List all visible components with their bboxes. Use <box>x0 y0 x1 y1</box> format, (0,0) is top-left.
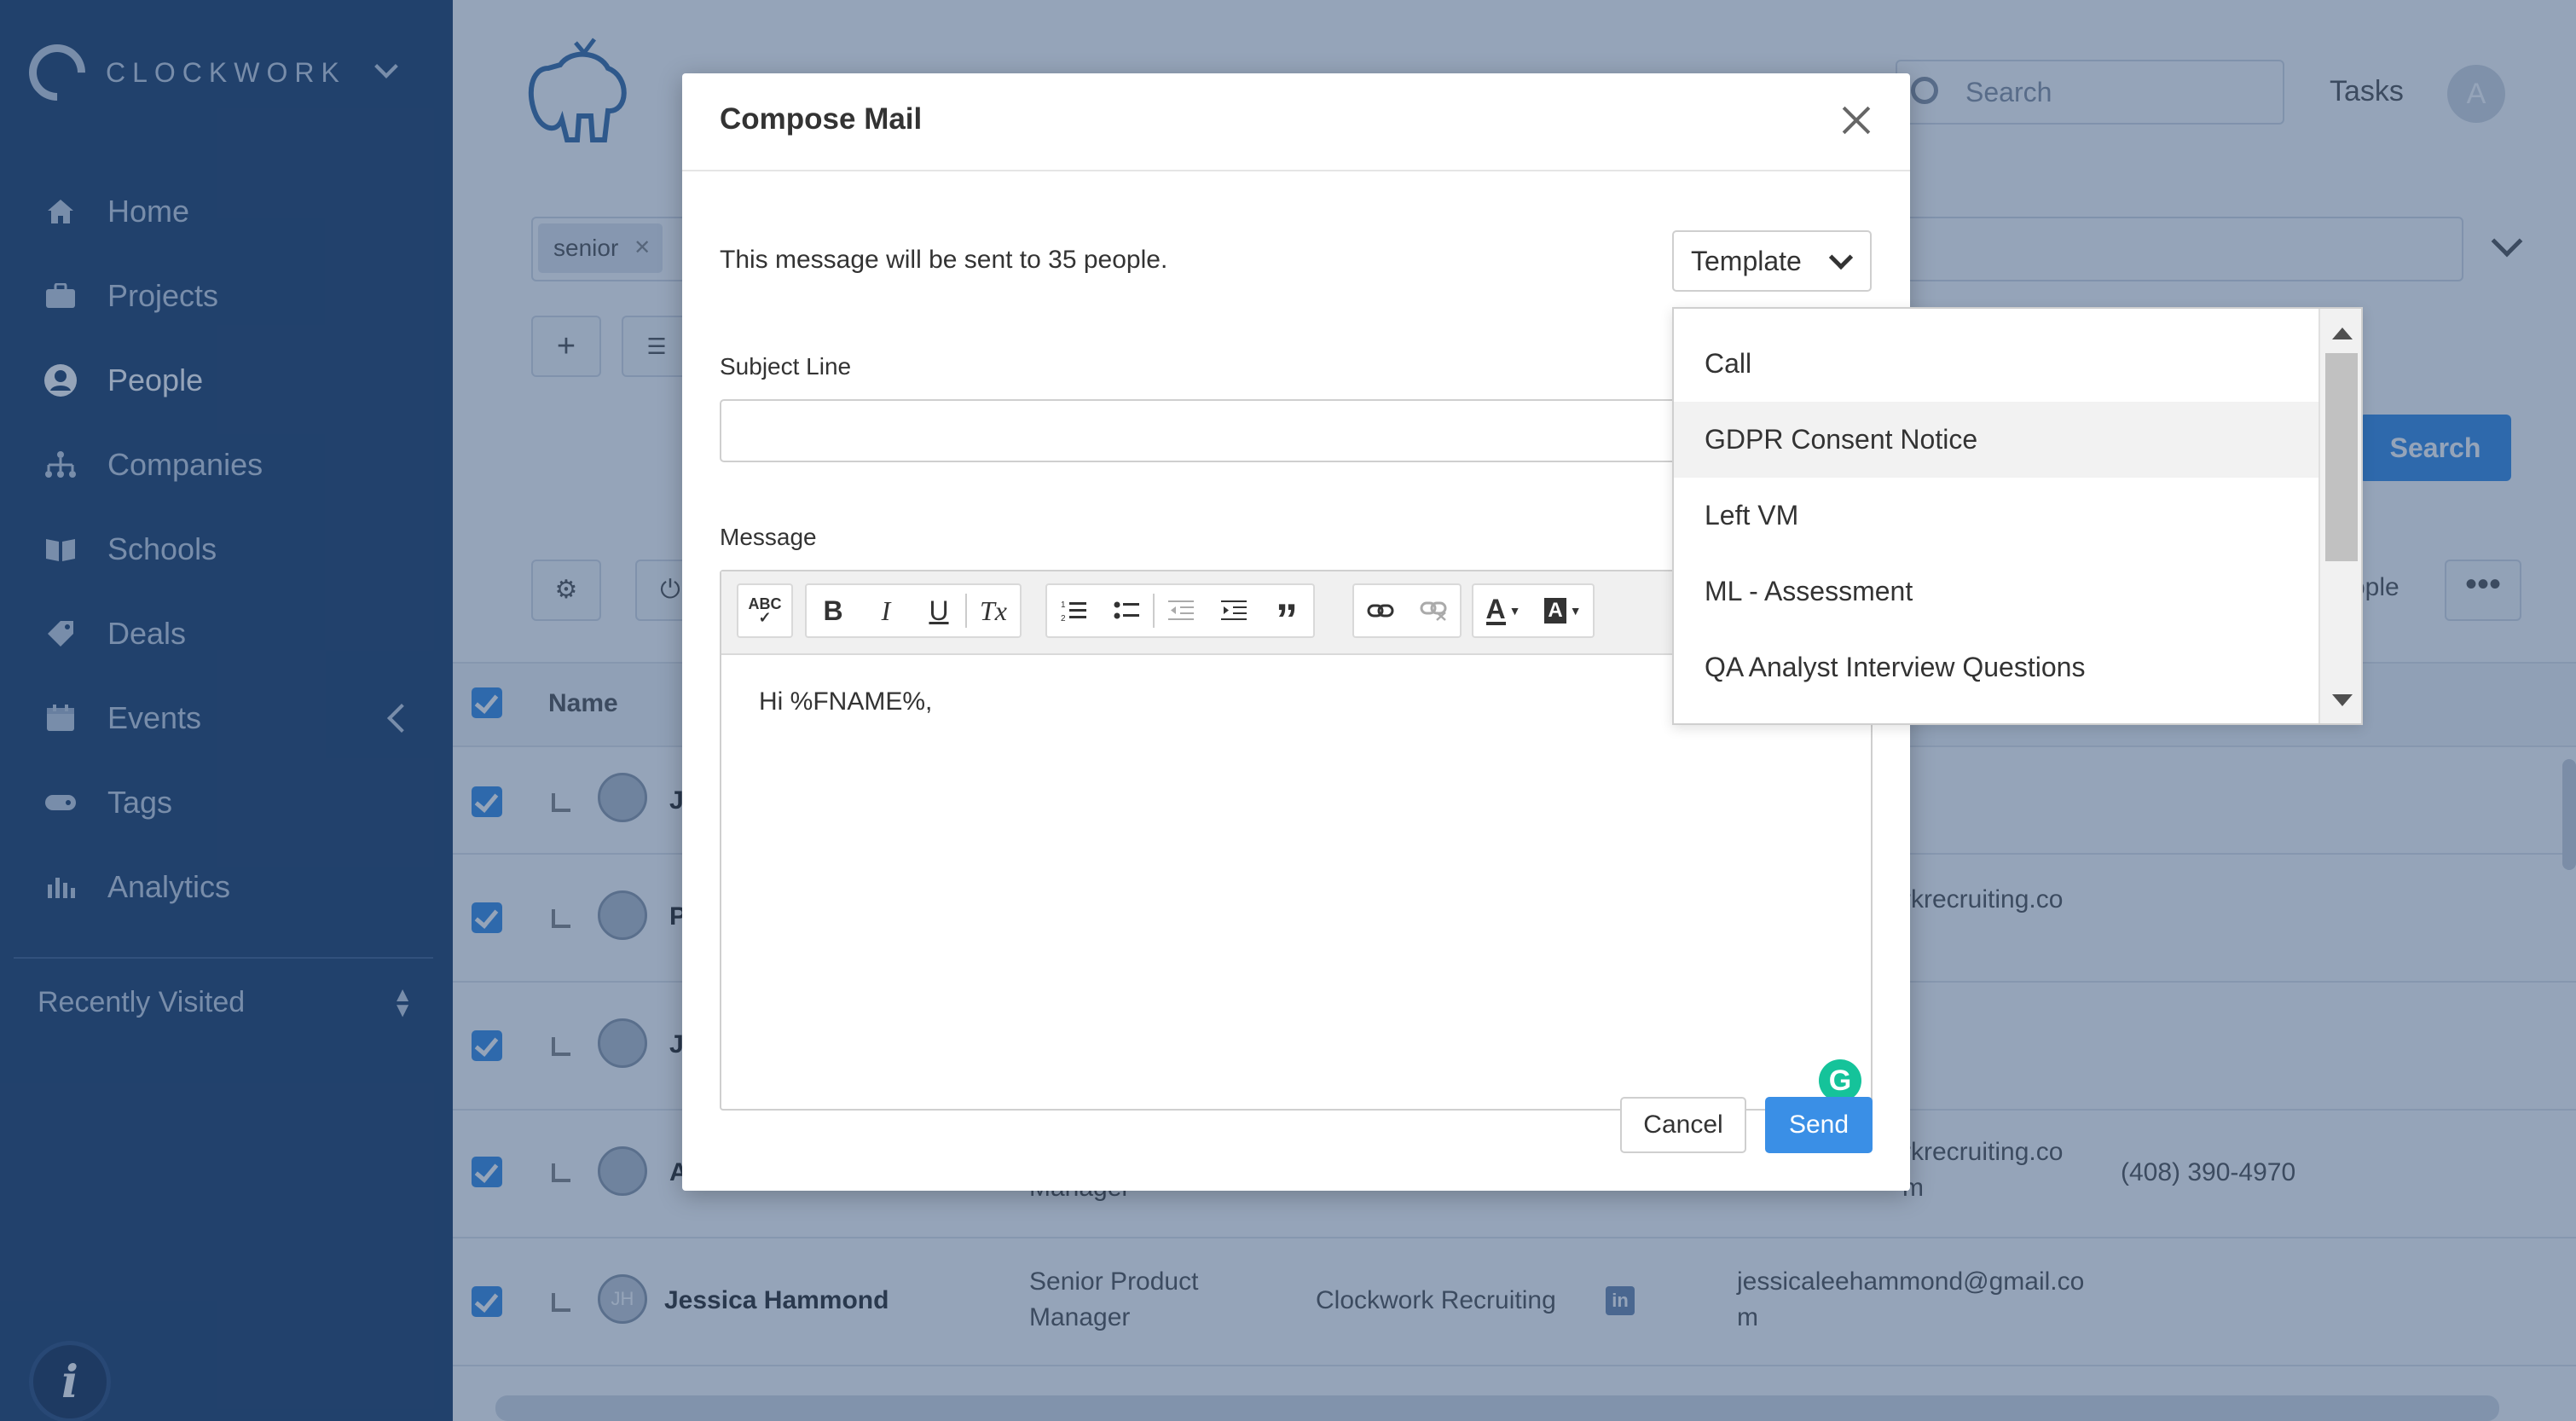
scroll-down-arrow-icon[interactable] <box>2332 694 2353 706</box>
ordered-list-icon[interactable]: 12 <box>1047 585 1100 636</box>
scrollbar-thumb[interactable] <box>2325 353 2358 561</box>
toolbar-group-format: B I U Tx <box>805 583 1022 638</box>
toolbar-group-colors: A ▼ A ▼ <box>1472 583 1595 638</box>
subject-label: Subject Line <box>720 353 852 380</box>
chevron-down-icon <box>1828 245 1854 270</box>
template-dropdown-button[interactable]: Template <box>1672 230 1872 292</box>
background-color-button[interactable]: A ▼ <box>1533 585 1593 636</box>
toolbar-group-lists: 12 ” <box>1045 583 1315 645</box>
italic-button[interactable]: I <box>860 585 912 636</box>
send-button[interactable]: Send <box>1765 1097 1873 1153</box>
caret-down-icon: ▼ <box>1569 604 1582 618</box>
outdent-icon[interactable] <box>1155 585 1207 636</box>
dropdown-scrollbar[interactable] <box>2318 309 2361 723</box>
cancel-button[interactable]: Cancel <box>1620 1097 1746 1153</box>
spellcheck-button[interactable]: ABC ✓ <box>738 585 791 636</box>
bold-button[interactable]: B <box>807 585 860 636</box>
svg-text:2: 2 <box>1061 614 1066 623</box>
blockquote-button[interactable]: ” <box>1260 585 1313 645</box>
scroll-up-arrow-icon[interactable] <box>2332 328 2353 339</box>
background-color-glyph: A <box>1544 598 1566 624</box>
recipients-summary: This message will be sent to 35 people. <box>720 246 1168 274</box>
unlink-icon[interactable] <box>1407 585 1460 636</box>
template-option-ml-assessment[interactable]: ML - Assessment <box>1674 554 2318 629</box>
message-label: Message <box>720 524 817 550</box>
close-icon[interactable] <box>1835 99 1878 142</box>
message-body[interactable]: Hi %FNAME%, <box>759 687 932 716</box>
grammarly-icon[interactable]: G <box>1819 1059 1861 1102</box>
toolbar-group-links <box>1352 583 1462 638</box>
check-icon: ✓ <box>758 609 772 626</box>
template-option-call[interactable]: Call <box>1674 326 2318 402</box>
clear-format-button[interactable]: Tx <box>967 585 1020 636</box>
indent-icon[interactable] <box>1207 585 1260 636</box>
svg-text:1: 1 <box>1061 600 1066 610</box>
font-color-glyph: A <box>1485 594 1506 625</box>
template-dropdown-menu: Call GDPR Consent Notice Left VM ML - As… <box>1672 307 2363 725</box>
template-option-left-vm[interactable]: Left VM <box>1674 478 2318 554</box>
caret-down-icon: ▼ <box>1508 604 1521 618</box>
font-color-button[interactable]: A ▼ <box>1473 585 1533 636</box>
underline-button[interactable]: U <box>912 585 965 636</box>
template-options-list: Call GDPR Consent Notice Left VM ML - As… <box>1674 309 2318 705</box>
template-option-qa-analyst[interactable]: QA Analyst Interview Questions <box>1674 629 2318 705</box>
toolbar-group-spell: ABC ✓ <box>737 583 793 638</box>
template-button-label: Template <box>1691 246 1802 276</box>
modal-title: Compose Mail <box>720 102 923 136</box>
link-icon[interactable] <box>1354 585 1407 636</box>
bullet-list-icon[interactable] <box>1100 585 1153 636</box>
template-option-gdpr[interactable]: GDPR Consent Notice <box>1674 402 2318 478</box>
modal-header: Compose Mail <box>682 73 1910 171</box>
